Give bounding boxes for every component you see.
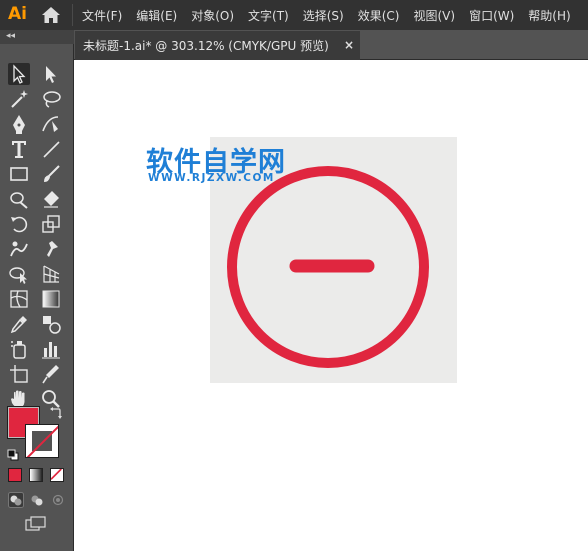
none-mode-button[interactable]: [50, 468, 64, 482]
menu-file[interactable]: 文件(F): [82, 7, 122, 24]
default-fill-stroke-icon[interactable]: [7, 446, 19, 461]
scale-tool-icon[interactable]: [40, 213, 62, 235]
draw-behind-icon[interactable]: [29, 492, 45, 508]
line-segment-tool-icon[interactable]: [40, 138, 62, 160]
slice-tool-icon[interactable]: [40, 363, 62, 385]
menu-object[interactable]: 对象(O): [191, 7, 234, 24]
magic-wand-tool-icon[interactable]: [8, 88, 30, 110]
type-tool-icon[interactable]: [8, 138, 30, 160]
menu-separator: [72, 4, 73, 26]
selection-tool-icon[interactable]: [8, 63, 30, 85]
pen-tool-icon[interactable]: [8, 113, 30, 135]
menu-bar: Ai 文件(F) 编辑(E) 对象(O) 文字(T) 选择(S) 效果(C) 视…: [0, 0, 588, 30]
gradient-tool-icon[interactable]: [40, 288, 62, 310]
watermark-url: WWW.RJZXW.COM: [148, 172, 275, 184]
menu-edit[interactable]: 编辑(E): [136, 7, 177, 24]
panel-collapse-button[interactable]: ◂◂: [0, 30, 74, 44]
blend-tool-icon[interactable]: [40, 313, 62, 335]
paintbrush-tool-icon[interactable]: [40, 163, 62, 185]
menu-view[interactable]: 视图(V): [413, 7, 455, 24]
tab-close-button[interactable]: ×: [344, 38, 354, 52]
artboard-tool-icon[interactable]: [8, 363, 30, 385]
menu-type[interactable]: 文字(T): [248, 7, 289, 24]
mesh-tool-icon[interactable]: [8, 288, 30, 310]
home-icon[interactable]: [41, 6, 61, 24]
menu-effect[interactable]: 效果(C): [358, 7, 400, 24]
gradient-mode-button[interactable]: [29, 468, 43, 482]
menu-help[interactable]: 帮助(H): [528, 7, 570, 24]
main-menu: 文件(F) 编辑(E) 对象(O) 文字(T) 选择(S) 效果(C) 视图(V…: [82, 0, 585, 30]
eraser-tool-icon[interactable]: [40, 188, 62, 210]
document-tab-title: 未标题-1.ai* @ 303.12% (CMYK/GPU 预览): [83, 39, 329, 53]
shape-builder-tool-icon[interactable]: [8, 263, 30, 285]
lasso-tool-icon[interactable]: [40, 88, 62, 110]
draw-normal-icon[interactable]: [8, 492, 24, 508]
menu-select[interactable]: 选择(S): [303, 7, 344, 24]
perspective-grid-tool-icon[interactable]: [40, 263, 62, 285]
color-mode-button[interactable]: [8, 468, 22, 482]
app-logo: Ai: [8, 4, 27, 24]
free-transform-tool-icon[interactable]: [40, 238, 62, 260]
rotate-tool-icon[interactable]: [8, 213, 30, 235]
column-graph-tool-icon[interactable]: [40, 338, 62, 360]
screen-mode-icon[interactable]: [25, 516, 47, 532]
document-tab[interactable]: 未标题-1.ai* @ 303.12% (CMYK/GPU 预览) ×: [75, 31, 360, 60]
eyedropper-tool-icon[interactable]: [8, 313, 30, 335]
direct-selection-tool-icon[interactable]: [40, 63, 62, 85]
menu-window[interactable]: 窗口(W): [469, 7, 514, 24]
draw-inside-icon[interactable]: [50, 492, 66, 508]
symbol-sprayer-tool-icon[interactable]: [8, 338, 30, 360]
shaper-tool-icon[interactable]: [8, 188, 30, 210]
swap-fill-stroke-icon[interactable]: [50, 405, 62, 419]
puppet-warp-tool-icon[interactable]: [8, 238, 30, 260]
rectangle-tool-icon[interactable]: [8, 163, 30, 185]
curvature-tool-icon[interactable]: [40, 113, 62, 135]
stroke-color-swatch[interactable]: [25, 424, 59, 458]
